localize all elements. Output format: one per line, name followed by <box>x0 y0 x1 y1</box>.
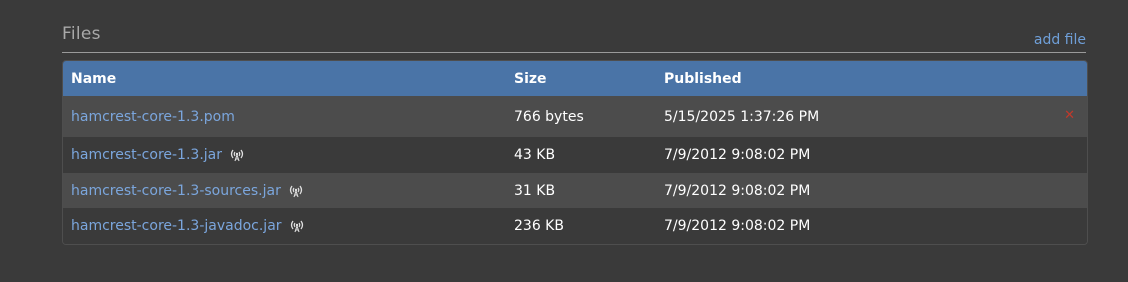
signature-antenna-icon <box>231 149 244 162</box>
delete-x-icon[interactable]: ✕ <box>1064 108 1075 123</box>
file-published: 5/15/2025 1:37:26 PM <box>664 108 820 125</box>
header-name[interactable]: Name <box>71 71 116 87</box>
files-table: Name Size Published hamcrest-core-1.3.po… <box>62 60 1088 245</box>
file-published: 7/9/2012 9:08:02 PM <box>664 218 811 234</box>
file-link[interactable]: hamcrest-core-1.3.pom <box>71 109 235 125</box>
add-file-link[interactable]: add file <box>1034 32 1086 48</box>
file-link[interactable]: hamcrest-core-1.3-sources.jar <box>71 183 281 199</box>
header-size[interactable]: Size <box>514 71 547 87</box>
file-size: 43 KB <box>514 147 556 163</box>
section-title: Files <box>62 24 101 44</box>
file-published: 7/9/2012 9:08:02 PM <box>664 182 811 199</box>
file-size: 31 KB <box>514 182 556 199</box>
signature-antenna-icon <box>290 185 303 197</box>
file-link[interactable]: hamcrest-core-1.3.jar <box>71 147 222 163</box>
signature-antenna-icon <box>290 220 304 233</box>
file-name-cell: hamcrest-core-1.3.pom <box>71 109 235 125</box>
table-row: hamcrest-core-1.3-javadoc.jar 236 KB 7/9… <box>63 208 1087 244</box>
header-published[interactable]: Published <box>664 71 742 87</box>
file-name-cell: hamcrest-core-1.3-sources.jar <box>71 183 304 199</box>
file-name-cell: hamcrest-core-1.3-javadoc.jar <box>71 218 305 234</box>
file-size: 236 KB <box>514 218 564 234</box>
files-page: Files add file Name Size Published hamcr… <box>0 0 1128 282</box>
file-name-cell: hamcrest-core-1.3.jar <box>71 147 245 163</box>
table-row: hamcrest-core-1.3.jar 43 KB 7/9/2012 9:0… <box>63 137 1087 173</box>
file-published: 7/9/2012 9:08:02 PM <box>664 147 811 163</box>
table-row: hamcrest-core-1.3.pom 766 bytes 5/15/202… <box>63 96 1087 137</box>
file-link[interactable]: hamcrest-core-1.3-javadoc.jar <box>71 218 282 234</box>
table-row: hamcrest-core-1.3-sources.jar 31 KB 7/9/… <box>63 173 1087 208</box>
table-header: Name Size Published <box>63 61 1087 96</box>
file-size: 766 bytes <box>514 108 584 125</box>
files-section-header: Files add file <box>62 24 1086 53</box>
